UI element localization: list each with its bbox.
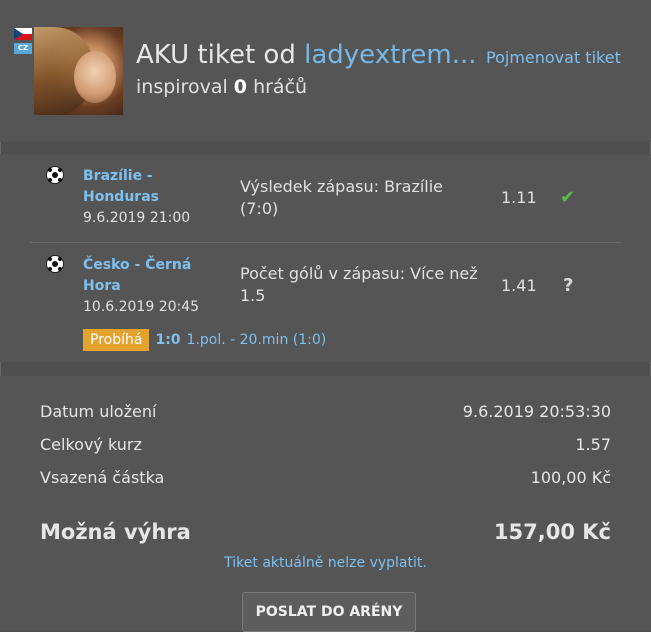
inspired-count-text: inspiroval 0 hráčů xyxy=(136,76,307,98)
match-date: 10.6.2019 20:45 xyxy=(83,299,200,315)
send-to-arena-button[interactable]: POSLAT DO ARÉNY xyxy=(242,592,416,632)
username-link[interactable]: ladyextrem... xyxy=(304,40,476,70)
bet-odd: 1.11 xyxy=(501,188,537,207)
bets-list: Brazílie - Honduras 9.6.2019 21:00 Výsle… xyxy=(0,154,651,362)
title-prefix: AKU tiket od xyxy=(136,40,305,70)
football-icon xyxy=(46,255,64,273)
country-code-badge: CZ xyxy=(14,43,32,54)
live-badge: Probíhá xyxy=(83,329,150,351)
question-icon: ? xyxy=(563,275,574,296)
bet-pick: Výsledek zápasu: Brazílie (7:0) xyxy=(240,177,444,218)
inspired-prefix: inspiroval xyxy=(136,76,234,98)
match-link[interactable]: Brazílie - Honduras xyxy=(83,166,203,208)
saved-date-label: Datum uložení xyxy=(40,402,157,421)
bet-pick: Počet gólů v zápasu: Více než 1.5 xyxy=(240,264,478,305)
possible-win-row: Možná výhra 157,00 Kč xyxy=(40,520,611,544)
live-score: 1:0 xyxy=(155,332,181,348)
saved-date-value: 9.6.2019 20:53:30 xyxy=(462,402,611,421)
rename-ticket-link[interactable]: Pojmenovat tiket xyxy=(486,48,621,67)
match-link[interactable]: Česko - Černá Hora xyxy=(83,255,203,297)
inspired-count: 0 xyxy=(233,76,248,98)
check-icon: ✔ xyxy=(560,187,576,208)
user-avatar[interactable] xyxy=(34,27,123,115)
stake-label: Vsazená částka xyxy=(40,468,165,487)
total-odds-value: 1.57 xyxy=(575,435,611,454)
football-icon xyxy=(46,166,64,184)
live-status: Probíhá 1:0 1.pol. - 20.min (1:0) xyxy=(83,329,326,351)
total-odds-label: Celkový kurz xyxy=(40,435,142,454)
live-period: 1.pol. - 20.min (1:0) xyxy=(186,332,327,348)
cashout-note[interactable]: Tiket aktuálně nelze vyplatit. xyxy=(0,555,651,571)
possible-win-value: 157,00 Kč xyxy=(493,520,611,544)
bet-odd: 1.41 xyxy=(501,276,537,295)
ticket-header: CZ AKU tiket od ladyextrem... inspiroval… xyxy=(0,0,651,142)
stake-value: 100,00 Kč xyxy=(530,468,611,487)
possible-win-label: Možná výhra xyxy=(40,520,191,544)
ticket-summary: Datum uložení 9.6.2019 20:53:30 Celkový … xyxy=(0,376,651,632)
inspired-suffix: hráčů xyxy=(247,76,308,98)
czech-flag-icon xyxy=(14,28,32,40)
saved-date-row: Datum uložení 9.6.2019 20:53:30 xyxy=(40,402,611,421)
bet-row: Brazílie - Honduras 9.6.2019 21:00 Výsle… xyxy=(30,154,621,243)
match-date: 9.6.2019 21:00 xyxy=(83,210,191,226)
ticket-title: AKU tiket od ladyextrem... xyxy=(136,40,477,70)
bet-row: Česko - Černá Hora 10.6.2019 20:45 Počet… xyxy=(30,243,621,362)
stake-row: Vsazená částka 100,00 Kč xyxy=(40,468,611,487)
total-odds-row: Celkový kurz 1.57 xyxy=(40,435,611,454)
